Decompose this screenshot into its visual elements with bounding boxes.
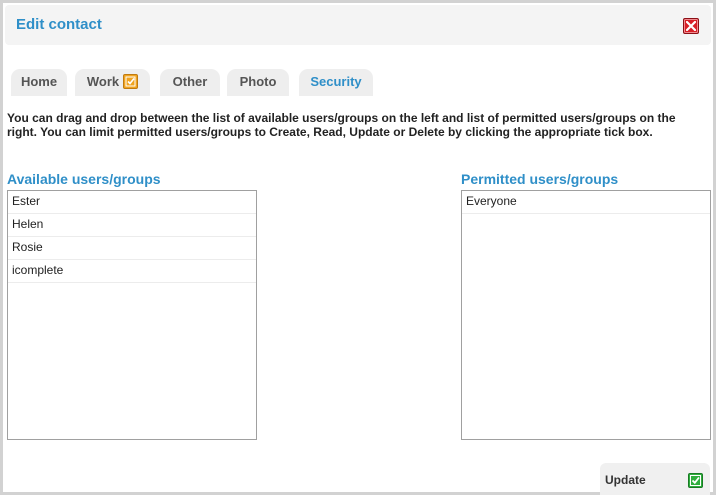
- tab-other-label: Other: [172, 74, 208, 89]
- tab-photo[interactable]: Photo: [227, 69, 289, 96]
- tab-home[interactable]: Home: [11, 69, 67, 96]
- list-item[interactable]: icomplete: [8, 260, 256, 283]
- list-item[interactable]: Rosie: [8, 237, 256, 260]
- checkbox-checked-icon: [123, 74, 139, 89]
- instructions-text: You can drag and drop between the list o…: [7, 111, 676, 139]
- tab-security[interactable]: Security: [299, 69, 373, 96]
- tab-work[interactable]: Work: [75, 69, 150, 96]
- list-item[interactable]: Helen: [8, 214, 256, 237]
- tab-bar: Home Work Other Photo Security: [5, 69, 711, 96]
- tab-other[interactable]: Other: [160, 69, 220, 96]
- available-users-list[interactable]: Ester Helen Rosie icomplete: [7, 190, 257, 440]
- update-button-label: Update: [605, 473, 646, 487]
- edit-contact-dialog: Edit contact Home Work Other Photo Secur…: [0, 0, 716, 495]
- available-list-label: Available users/groups: [7, 171, 161, 187]
- dialog-titlebar: Edit contact: [5, 5, 711, 45]
- tab-work-label: Work: [86, 74, 120, 89]
- tab-security-label: Security: [310, 74, 362, 89]
- tab-home-label: Home: [20, 74, 58, 89]
- checkmark-icon: [688, 473, 703, 488]
- update-button[interactable]: Update: [600, 463, 710, 495]
- list-item[interactable]: Everyone: [462, 191, 710, 214]
- tab-photo-label: Photo: [239, 74, 277, 89]
- close-icon[interactable]: [683, 18, 699, 34]
- permitted-users-list[interactable]: Everyone: [461, 190, 711, 440]
- list-item[interactable]: Ester: [8, 191, 256, 214]
- permitted-list-label: Permitted users/groups: [461, 171, 619, 187]
- dialog-title: Edit contact: [16, 16, 102, 33]
